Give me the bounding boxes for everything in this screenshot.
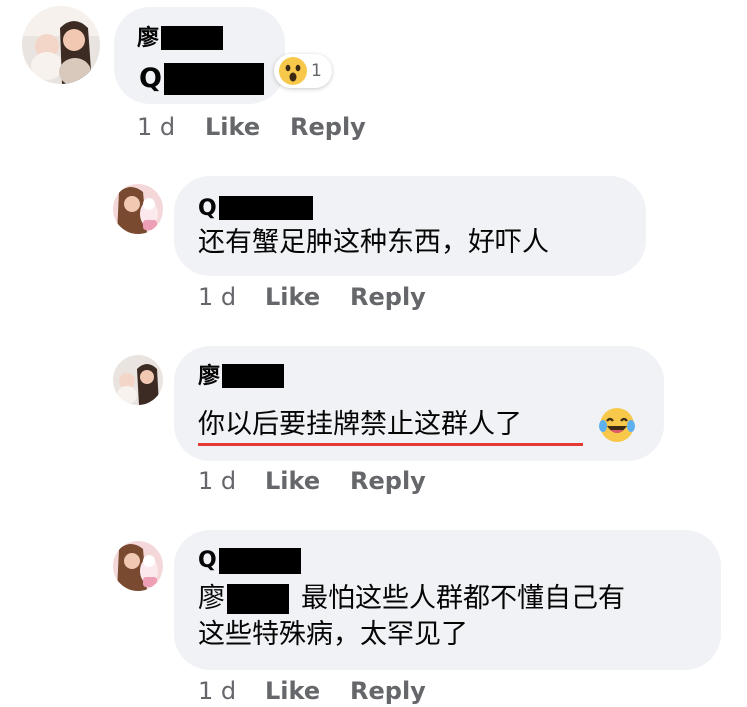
comment-text: 廖最怕这些人群都不懂自己有	[198, 583, 625, 614]
laughing-tears-emoji-icon	[599, 408, 635, 442]
comment-author[interactable]: 廖	[137, 26, 224, 52]
comment-timestamp: 1 d	[198, 283, 237, 311]
like-button[interactable]: Like	[205, 113, 260, 141]
redaction-box	[227, 584, 289, 614]
comment-actions: 1 d Like Reply	[198, 283, 498, 313]
comment-text: 你以后要挂牌禁止这群人了	[198, 409, 522, 440]
wow-emoji-icon	[279, 57, 307, 85]
redaction-box	[218, 548, 301, 574]
redaction-box	[161, 26, 224, 50]
comment-text: 这些特殊病，太罕见了	[198, 619, 468, 650]
comment-actions: 1 d Like Reply	[198, 677, 498, 707]
comment-author[interactable]: 廖	[198, 364, 285, 390]
reply-button[interactable]: Reply	[350, 677, 426, 705]
red-underline	[198, 443, 583, 446]
avatar[interactable]	[113, 541, 163, 591]
comment-timestamp: 1 d	[198, 467, 237, 495]
comment-timestamp: 1 d	[198, 677, 237, 705]
redaction-box	[163, 63, 264, 95]
mention-link[interactable]: 廖	[198, 583, 225, 614]
reply-button[interactable]: Reply	[350, 283, 426, 311]
comment-timestamp: 1 d	[137, 113, 176, 141]
comment-actions: 1 d Like Reply	[137, 113, 437, 143]
avatar[interactable]	[22, 6, 100, 84]
reply-button[interactable]: Reply	[350, 467, 426, 495]
comment-author[interactable]: Q	[198, 548, 301, 574]
comment-actions: 1 d Like Reply	[198, 467, 498, 497]
redaction-box	[222, 364, 285, 388]
comment-author[interactable]: Q	[198, 196, 313, 222]
comment-text: 还有蟹足肿这种东西，好吓人	[198, 227, 549, 258]
reaction-count: 1	[311, 61, 322, 81]
reply-button[interactable]: Reply	[290, 113, 366, 141]
avatar[interactable]	[113, 184, 163, 234]
reaction-badge[interactable]: 1	[274, 54, 332, 88]
like-button[interactable]: Like	[265, 467, 320, 495]
like-button[interactable]: Like	[265, 283, 320, 311]
avatar[interactable]	[113, 355, 163, 405]
comment-text: Q	[139, 60, 264, 98]
like-button[interactable]: Like	[265, 677, 320, 705]
redaction-box	[218, 196, 313, 220]
